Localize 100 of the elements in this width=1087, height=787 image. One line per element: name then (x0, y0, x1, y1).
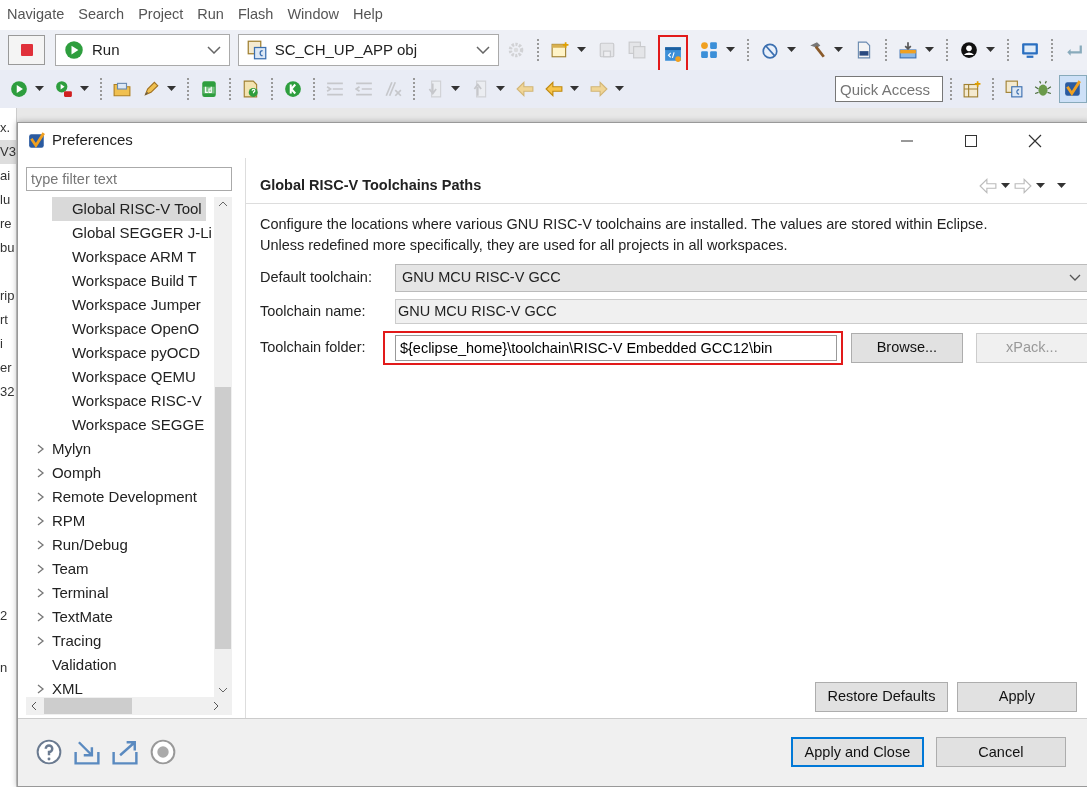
tree-item[interactable]: Run/Debug (31, 533, 132, 557)
caret-icon[interactable] (1056, 183, 1066, 190)
caret-icon[interactable] (80, 86, 89, 92)
c-table-icon (1005, 80, 1023, 98)
caret-icon[interactable] (834, 47, 843, 53)
hammer-icon[interactable] (808, 41, 826, 59)
restore-defaults-button[interactable]: Restore Defaults (814, 681, 948, 712)
close-icon[interactable] (1027, 134, 1042, 149)
chevron-icon (476, 46, 490, 54)
monitor-icon[interactable] (1021, 41, 1039, 59)
caret-icon[interactable] (925, 47, 934, 53)
tree-item[interactable]: RPM (31, 509, 90, 533)
chevron-right-icon[interactable] (35, 491, 46, 503)
caret-icon[interactable] (496, 86, 505, 92)
binary-file-icon[interactable] (855, 41, 873, 59)
tree-item[interactable]: XML (31, 677, 87, 697)
filter-field[interactable]: type filter text (25, 167, 232, 191)
quick-access-field[interactable]: Quick Access (835, 76, 943, 102)
tree-item[interactable]: Workspace Jumper (51, 293, 205, 317)
caret-icon[interactable] (35, 86, 44, 92)
chevron-right-icon[interactable] (35, 515, 46, 527)
chevron-right-icon[interactable] (35, 587, 46, 599)
menu-item[interactable]: Window (287, 4, 347, 26)
menu-item[interactable]: Run (197, 4, 232, 26)
stop-button[interactable] (8, 35, 45, 65)
caret-icon[interactable] (726, 47, 735, 53)
tree-item[interactable]: Workspace Build T (51, 269, 202, 293)
scroll-right-icon[interactable] (211, 701, 220, 711)
back-arrow-icon[interactable] (545, 80, 563, 98)
scroll-left-icon[interactable] (29, 701, 38, 711)
cancel-button[interactable]: Cancel (935, 737, 1066, 768)
help-icon[interactable] (35, 739, 62, 766)
menu-item[interactable]: Navigate (7, 4, 73, 26)
tree-item[interactable]: Workspace QEMU (51, 365, 200, 389)
grid-icon[interactable] (700, 41, 718, 59)
menu-item[interactable]: Flash (237, 4, 282, 26)
tree-item[interactable]: Mylyn (31, 437, 96, 461)
page-title: Global RISC-V Toolchains Paths (259, 175, 483, 195)
perspective-button[interactable] (1059, 75, 1087, 103)
editor-text-fragment: V3 (0, 140, 16, 164)
caret-icon[interactable] (451, 86, 460, 92)
pen-icon[interactable] (142, 80, 160, 98)
tree-item[interactable]: Terminal (31, 581, 113, 605)
tree-item[interactable]: Workspace OpenO (51, 317, 204, 341)
tree-item[interactable]: Global SEGGER J-Li (51, 221, 214, 245)
description-text: Configure the locations where various GNU RISC-V toolchains are installed. The values are stored within Eclipse. Unless redefined more specifically, they are used for all projects in all workspaces. (258, 215, 989, 255)
tree-item[interactable]: TextMate (31, 605, 117, 629)
tree-item[interactable]: Workspace ARM T (51, 245, 201, 269)
caret-icon[interactable] (615, 86, 624, 92)
record-icon[interactable] (149, 739, 176, 766)
editor-text-fragment: i (0, 335, 4, 353)
caret-icon[interactable] (577, 47, 586, 53)
caret-icon[interactable] (1035, 183, 1045, 190)
chevron-right-icon[interactable] (35, 611, 46, 623)
launch-target-combo[interactable]: SC_CH_UP_APP obj (237, 34, 499, 66)
ld-file-icon[interactable] (200, 80, 218, 98)
caret-icon[interactable] (1000, 183, 1010, 190)
apply-button[interactable]: Apply (956, 681, 1077, 712)
tree-item[interactable]: Workspace pyOCD (51, 341, 204, 365)
tree-item[interactable]: Team (31, 557, 93, 581)
tree-item[interactable]: Workspace SEGGE (51, 413, 209, 437)
tree-item[interactable]: Tracing (31, 629, 106, 653)
toolchain-select[interactable]: GNU MCU RISC-V GCC (394, 264, 1087, 292)
export-icon[interactable] (111, 739, 138, 766)
chevron-right-icon[interactable] (35, 467, 46, 479)
caret-icon[interactable] (986, 47, 995, 53)
help-file-icon[interactable] (242, 80, 260, 98)
toolchain-folder-field[interactable]: ${eclipse_home}\toolchain\RISC-V Embedded GCC12\bin (394, 335, 837, 361)
maximize-icon[interactable] (963, 134, 978, 149)
field-label: Default toolchain: (259, 268, 373, 288)
folder-icon[interactable] (113, 80, 131, 98)
k-badge-icon[interactable] (284, 80, 302, 98)
play-icon[interactable] (10, 80, 28, 98)
person-icon[interactable] (960, 41, 978, 59)
import-icon[interactable] (73, 739, 100, 766)
code-window-icon[interactable] (664, 45, 682, 63)
field-label: Toolchain folder: (259, 338, 367, 358)
new-window-icon[interactable] (551, 41, 569, 59)
caret-icon[interactable] (570, 86, 579, 92)
tree-item[interactable]: Oomph (31, 461, 106, 485)
tree-item[interactable]: Validation (31, 653, 121, 677)
tree-item[interactable]: Global RISC-V Tool (51, 197, 206, 221)
chevron-right-icon[interactable] (35, 683, 46, 695)
tree-item[interactable]: Workspace RISC-V (51, 389, 206, 413)
run-mode-combo[interactable]: Run (55, 34, 230, 66)
tray-icon[interactable] (899, 41, 917, 59)
menu-item[interactable]: Search (78, 4, 133, 26)
chevron-right-icon[interactable] (35, 539, 46, 551)
apply-and-close-button[interactable]: Apply and Close (790, 737, 924, 768)
caret-icon[interactable] (787, 47, 796, 53)
menu-item[interactable]: Project (138, 4, 192, 26)
chevron-right-icon[interactable] (35, 563, 46, 575)
chevron-right-icon[interactable] (35, 635, 46, 647)
caret-icon[interactable] (167, 86, 176, 92)
debug-icon[interactable] (55, 80, 73, 98)
tree-item[interactable]: Remote Development (31, 485, 201, 509)
chevron-right-icon[interactable] (35, 443, 46, 455)
browse-button[interactable]: Browse... (850, 333, 963, 363)
menu-item[interactable]: Help (353, 4, 391, 26)
toolchain-name-field[interactable]: GNU MCU RISC-V GCC (394, 299, 1087, 324)
